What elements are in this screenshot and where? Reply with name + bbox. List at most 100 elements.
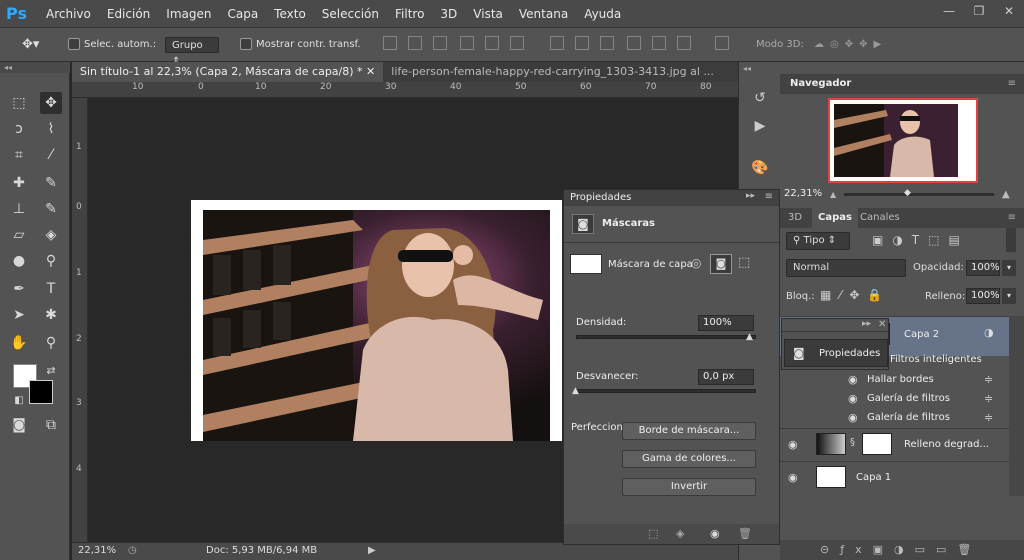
navigator-slider-thumb[interactable]: ◆ [904, 188, 911, 198]
feather-slider-thumb[interactable]: ▲ [572, 386, 579, 396]
lock-icons[interactable]: ▦⁄✥🔒 [820, 288, 890, 302]
load-selection-icon[interactable]: ⬚ [648, 527, 658, 540]
brush-icon[interactable]: ✎ [40, 172, 62, 194]
screen-mode-icon[interactable]: ⧉ [40, 414, 62, 436]
custom-shape-icon[interactable]: ✱ [40, 304, 62, 326]
3d-mode-icons[interactable]: ☁◎✥✥▶ [814, 37, 887, 53]
default-colors-icon[interactable]: ◧ [8, 390, 30, 412]
feather-input[interactable]: 0,0 px [698, 369, 754, 385]
density-slider[interactable] [576, 335, 756, 339]
layer-thumbnail[interactable] [816, 466, 846, 488]
expand-icon[interactable]: ▸▸ [746, 191, 755, 201]
tools-collapse-icon[interactable]: ◂◂ [0, 62, 70, 73]
hand-icon[interactable]: ✋ [8, 332, 30, 354]
visibility-eye-icon[interactable]: ◉ [848, 392, 858, 405]
strip-collapse-icon[interactable]: ◂◂ [743, 64, 751, 73]
path-select-icon[interactable]: ➤ [8, 304, 30, 326]
vector-mask-icon[interactable]: ◎ [691, 256, 701, 270]
quick-select-icon[interactable]: ⌇ [40, 118, 62, 140]
properties-menu-icon[interactable]: ≡ [765, 191, 773, 202]
move-tool-icon[interactable]: ✥▾ [22, 37, 39, 53]
color-palette-icon[interactable]: 🎨 [749, 157, 771, 179]
eraser-icon[interactable]: ▱ [8, 224, 30, 246]
tab-3d[interactable]: 3D [788, 208, 802, 228]
navigator-title[interactable]: Navegador [788, 74, 853, 94]
visibility-eye-icon[interactable]: ◉ [788, 438, 798, 451]
healing-brush-icon[interactable]: ✚ [8, 172, 30, 194]
layer-name[interactable]: Relleno degrad... [904, 439, 989, 450]
expand-icon[interactable]: ▸▸ [862, 319, 871, 329]
blend-mode-select[interactable]: Normal [786, 259, 906, 277]
auto-select-checkbox[interactable]: Selec. autom.: [68, 37, 156, 53]
layer-row-gradient-fill[interactable]: ◉ § Relleno degrad... [780, 428, 1010, 461]
paint-bucket-icon[interactable]: ◈ [40, 224, 62, 246]
visibility-eye-icon[interactable]: ◉ [788, 471, 798, 484]
tab-canales[interactable]: Canales [860, 208, 900, 228]
properties-button[interactable]: ◙ Propiedades [784, 339, 888, 367]
status-icon[interactable]: ◷ [128, 545, 137, 556]
color-range-button[interactable]: Gama de colores... [622, 450, 756, 468]
rect-marquee-icon[interactable]: ⬚ [8, 92, 30, 114]
layers-scrollbar[interactable] [1009, 316, 1024, 496]
mask-edge-button[interactable]: Borde de máscara... [622, 422, 756, 440]
fill-dropdown-icon[interactable]: ▾ [1002, 288, 1016, 304]
density-input[interactable]: 100% [698, 315, 754, 331]
distribute-left-icon[interactable] [627, 36, 641, 50]
navigator-preview[interactable] [828, 98, 978, 183]
delete-mask-icon[interactable]: 🗑 [738, 527, 752, 540]
filter-row-find-edges[interactable]: ◉ Hallar bordes ≑ [780, 371, 1010, 390]
filter-options-icon[interactable]: ≑ [984, 373, 993, 386]
fill-input[interactable]: 100% [966, 288, 1000, 304]
status-arrow-icon[interactable]: ▶ [368, 545, 376, 556]
filter-row-gallery-1[interactable]: ◉ Galería de filtros ≑ [780, 390, 1010, 409]
menu-seleccion[interactable]: Selección [314, 7, 387, 21]
feather-slider[interactable] [576, 389, 756, 393]
swap-colors-icon[interactable]: ⇄ [40, 360, 62, 382]
apply-mask-icon[interactable]: ◈ [676, 527, 684, 540]
menu-3d[interactable]: 3D [432, 7, 465, 21]
distribute-hcenter-icon[interactable] [652, 36, 666, 50]
restore-button[interactable]: ❐ [964, 0, 994, 26]
group-select[interactable]: Grupo ⇕ [165, 37, 219, 67]
auto-align-icon[interactable] [715, 36, 729, 50]
opacity-input[interactable]: 100% [966, 260, 1000, 276]
visibility-eye-icon[interactable]: ◉ [848, 373, 858, 386]
menu-filtro[interactable]: Filtro [387, 7, 432, 21]
background-color-swatch[interactable] [29, 380, 53, 404]
distribute-right-icon[interactable] [677, 36, 691, 50]
layer-filter-icons[interactable]: ▣◑T⬚▤ [872, 233, 969, 247]
text-tool-icon[interactable]: T [40, 278, 62, 300]
tab-capas[interactable]: Capas [812, 208, 858, 228]
move-tool-icon[interactable]: ✥ [40, 92, 62, 114]
add-vector-mask-icon[interactable]: ⬚ [738, 255, 750, 270]
distribute-bottom-icon[interactable] [600, 36, 614, 50]
pen-icon[interactable]: ✒ [8, 278, 30, 300]
opacity-dropdown-icon[interactable]: ▾ [1002, 260, 1016, 276]
layer-name[interactable]: Capa 2 [904, 329, 939, 340]
align-top-icon[interactable] [383, 36, 397, 50]
menu-vista[interactable]: Vista [465, 7, 511, 21]
properties-title[interactable]: Propiedades [570, 192, 631, 203]
filter-toggle[interactable] [1006, 228, 1016, 252]
quick-mask-icon[interactable]: ◙ [8, 414, 30, 436]
clone-stamp-icon[interactable]: ⊥ [8, 198, 30, 220]
crop-icon[interactable]: ⌗ [8, 144, 30, 166]
tab-document-2[interactable]: life-person-female-happy-red-carrying_13… [383, 62, 722, 82]
menu-texto[interactable]: Texto [266, 7, 314, 21]
layer-mask-thumbnail[interactable] [862, 433, 892, 455]
layer-name[interactable]: Capa 1 [856, 472, 891, 483]
visibility-eye-icon[interactable]: ◉ [848, 411, 858, 424]
filter-options-icon[interactable]: ≑ [984, 392, 993, 405]
tab-document-1[interactable]: Sin título-1 al 22,3% (Capa 2, Máscara d… [72, 62, 384, 82]
link-icon[interactable]: § [850, 437, 855, 448]
menu-ayuda[interactable]: Ayuda [576, 7, 629, 21]
dodge-icon[interactable]: ⚲ [40, 250, 62, 272]
layer-filter-select[interactable]: ⚲ Tipo ⇕ [786, 232, 850, 250]
layer-row-capa-1[interactable]: ◉ Capa 1 [780, 461, 1010, 494]
menu-capa[interactable]: Capa [219, 7, 266, 21]
show-transform-checkbox[interactable]: Mostrar contr. transf. [240, 37, 361, 53]
navigator-zoom-slider[interactable] [844, 193, 994, 196]
filter-options-icon[interactable]: ≑ [984, 411, 993, 424]
align-bottom-icon[interactable] [433, 36, 447, 50]
align-left-icon[interactable] [460, 36, 474, 50]
